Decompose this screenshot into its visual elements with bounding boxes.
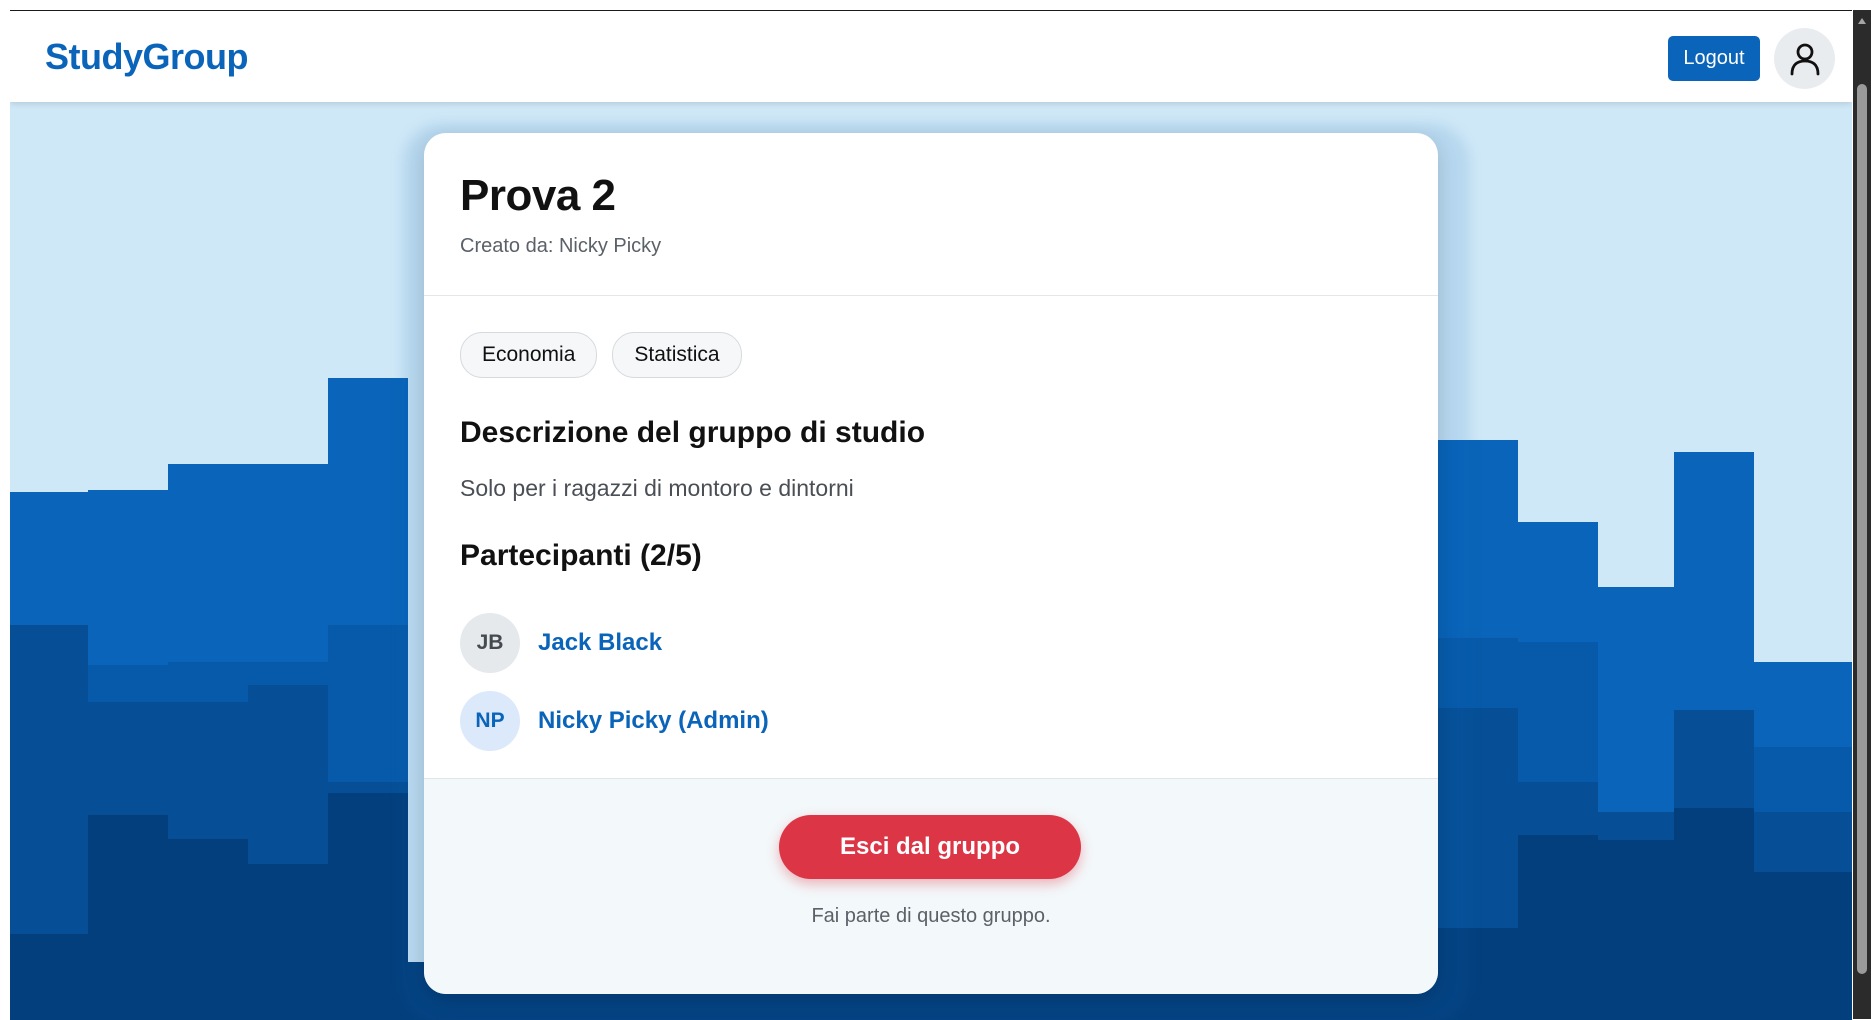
participant-row: JB Jack Black	[460, 613, 662, 673]
vertical-scrollbar[interactable]	[1853, 10, 1871, 1019]
tag-chip: Economia	[460, 332, 598, 378]
card-header: Prova 2 Creato da: Nicky Picky	[424, 133, 1438, 296]
group-description: Solo per i ragazzi di montoro e dintorni	[460, 475, 854, 501]
card-footer: Esci dal gruppo Fai parte di questo grup…	[424, 778, 1438, 994]
participant-link[interactable]: Jack Black	[538, 629, 662, 657]
profile-button[interactable]	[1774, 28, 1835, 89]
scrollbar-thumb[interactable]	[1857, 84, 1867, 974]
participant-row: NP Nicky Picky (Admin)	[460, 691, 769, 751]
brand-logo[interactable]: StudyGroup	[45, 36, 248, 78]
leave-group-button[interactable]: Esci dal gruppo	[779, 815, 1081, 879]
created-by-label: Creato da: Nicky Picky	[460, 235, 662, 257]
avatar: NP	[460, 691, 520, 751]
user-icon	[1790, 43, 1819, 75]
participant-link[interactable]: Nicky Picky (Admin)	[538, 707, 769, 735]
top-navbar: StudyGroup Logout	[10, 11, 1852, 102]
logout-button[interactable]: Logout	[1668, 36, 1760, 81]
group-card: Prova 2 Creato da: Nicky Picky Economia …	[424, 133, 1438, 994]
participants-heading: Partecipanti (2/5)	[460, 539, 702, 572]
scroll-up-icon[interactable]	[1858, 18, 1866, 24]
group-title: Prova 2	[460, 171, 616, 220]
avatar: JB	[460, 613, 520, 673]
membership-note: Fai parte di questo gruppo.	[811, 905, 1051, 927]
description-heading: Descrizione del gruppo di studio	[460, 416, 926, 449]
tag-chip: Statistica	[612, 332, 742, 378]
tag-list: Economia Statistica	[460, 332, 742, 378]
page-frame: StudyGroup Logout Prova 2 Creato da: Nic…	[10, 10, 1852, 1020]
